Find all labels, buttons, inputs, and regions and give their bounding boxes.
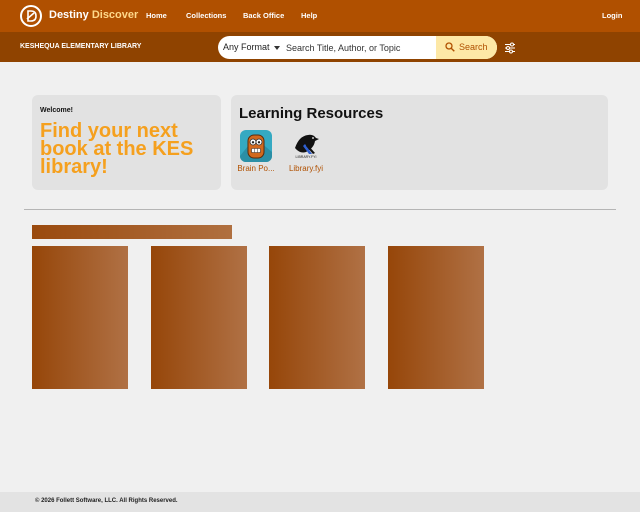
nav-home[interactable]: Home [146,11,167,20]
search-button[interactable]: Search [436,36,497,59]
nav-collections[interactable]: Collections [186,11,226,20]
welcome-message: Find your next book at the KES library! [40,120,194,178]
welcome-label: Welcome! [40,107,73,114]
search-button-label: Search [459,42,488,52]
copyright-text: © 2026 Follett Software, LLC. All Rights… [35,498,178,504]
loading-book-placeholder [151,246,247,389]
destiny-logo-icon[interactable] [20,5,42,27]
search-box: Any Format Search [218,36,497,59]
brand-discover: Discover [91,9,139,21]
library-name: KESHEQUA ELEMENTARY LIBRARY [20,43,142,50]
resource-brainpop[interactable]: Brain Po... [234,130,278,173]
brand-destiny: Destiny [49,9,89,21]
loading-book-placeholder [388,246,484,389]
format-label: Any Format [223,42,270,52]
search-input[interactable] [282,36,437,59]
resource-library-fyi[interactable]: LIBRARY.FYI Library.fyi [284,130,328,173]
format-dropdown[interactable]: Any Format [223,42,280,52]
welcome-card: Welcome! Find your next book at the KES … [32,95,221,190]
nav-back-office[interactable]: Back Office [243,11,284,20]
learning-resources-title: Learning Resources [239,105,384,122]
section-divider [24,209,616,210]
nav-help[interactable]: Help [301,11,317,20]
search-icon [445,42,455,52]
library-fyi-bird-icon: LIBRARY.FYI [290,130,322,162]
search-bar-strip: KESHEQUA ELEMENTARY LIBRARY Any Format S… [0,32,640,62]
resource-label: Library.fyi [288,164,324,173]
loading-title-placeholder [32,225,232,239]
footer: © 2026 Follett Software, LLC. All Rights… [0,492,640,512]
caret-down-icon [273,45,280,50]
resource-label: Brain Po... [237,164,275,173]
filter-sliders-icon[interactable] [504,41,516,59]
learning-resources-card: Learning Resources Brain Po... LIBRARY.F… [231,95,608,190]
library-fyi-logo-text: LIBRARY.FYI [295,155,317,159]
login-link[interactable]: Login [602,11,622,20]
brainpop-robot-icon [240,130,272,162]
loading-book-placeholder [32,246,128,389]
top-nav-bar: Destiny Discover Home Collections Back O… [0,0,640,32]
loading-book-placeholder [269,246,365,389]
brand-name[interactable]: Destiny Discover [49,9,138,21]
